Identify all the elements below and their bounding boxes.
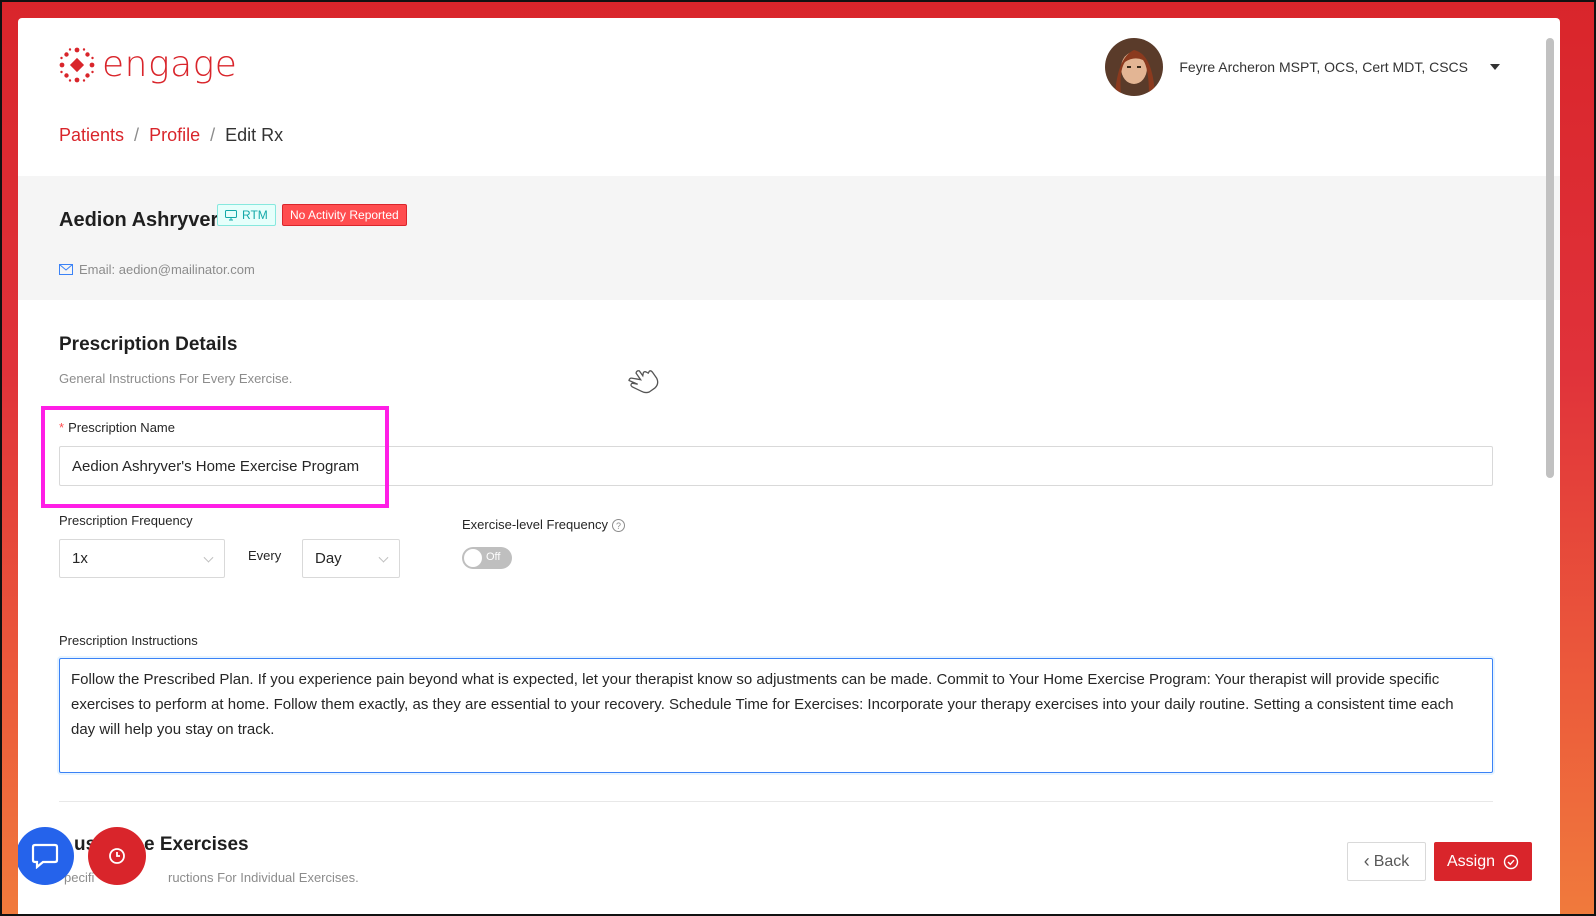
prescription-instructions-textarea[interactable]: Follow the Prescribed Plan. If you exper… [59,658,1493,773]
chat-icon [31,843,59,869]
section-divider [59,801,1493,802]
breadcrumb: Patients / Profile / Edit Rx [59,125,283,146]
timer-icon [109,848,125,864]
exercises-title: e Exercises [144,834,249,855]
patient-header: Aedion Ashryver RTM No Activity Reported… [18,176,1560,300]
avatar[interactable] [1105,38,1164,96]
toggle-knob [464,549,482,567]
chat-launcher-button[interactable] [18,827,74,885]
engage-logo-icon [59,47,95,83]
exercise-level-frequency-label-text: Exercise-level Frequency [462,517,608,532]
patient-email-text: Email: aedion@mailinator.com [79,262,255,277]
breadcrumb-separator: / [210,125,216,145]
period-select-value: Day [315,550,342,567]
avatar-image [1105,38,1164,96]
check-circle-icon [1503,854,1519,869]
rtm-tag: RTM [217,204,276,226]
breadcrumb-patients[interactable]: Patients [59,125,124,146]
mail-icon [59,264,73,275]
frequency-select[interactable]: 1x [59,539,225,578]
page-scrollbar[interactable] [1546,38,1554,478]
activity-status-badge: No Activity Reported [282,204,407,226]
engage-logo[interactable]: engage [58,46,237,84]
assign-button-label: Assign [1446,852,1496,870]
frequency-select-value: 1x [72,550,88,567]
highlight-annotation [41,406,389,508]
user-name: Feyre Archeron MSPT, OCS, Cert MDT, CSCS [1179,59,1468,75]
exercise-level-frequency-toggle[interactable]: Off [462,547,512,569]
prescription-details-subtitle: General Instructions For Every Exercise. [59,371,293,386]
patient-email: Email: aedion@mailinator.com [59,262,255,277]
toggle-state-label: Off [486,551,501,563]
logo-text: engage [102,44,238,85]
timer-launcher-button[interactable] [88,827,146,885]
every-label: Every [248,548,282,563]
app-frame: engage Feyre Archeron MSPT, OCS, Cert MD… [18,18,1560,916]
rtm-tag-label: RTM [242,208,268,222]
caret-down-icon[interactable] [1490,64,1500,70]
breadcrumb-profile[interactable]: Profile [149,125,200,146]
user-menu[interactable]: Feyre Archeron MSPT, OCS, Cert MDT, CSCS [1105,38,1500,96]
prescription-details-title: Prescription Details [59,334,238,355]
chevron-down-icon [378,552,389,563]
chevron-left-icon: ‹ [1363,851,1370,871]
breadcrumb-separator: / [134,125,140,145]
prescription-frequency-label: Prescription Frequency [59,513,193,528]
period-select[interactable]: Day [302,539,400,578]
patient-name: Aedion Ashryver [59,209,219,231]
assign-button[interactable]: Assign [1434,842,1532,881]
question-circle-icon[interactable]: ? [611,519,625,533]
breadcrumb-current: Edit Rx [225,125,284,145]
back-button-label: Back [1373,852,1410,870]
prescription-instructions-label: Prescription Instructions [59,633,198,648]
back-button[interactable]: ‹ Back [1347,842,1426,881]
chevron-down-icon [203,552,214,563]
hand-cursor-icon [628,370,659,394]
monitor-icon [225,209,237,220]
exercises-subtitle: ructions For Individual Exercises. [168,870,359,885]
exercise-level-frequency-label: Exercise-level Frequency? [462,517,625,533]
